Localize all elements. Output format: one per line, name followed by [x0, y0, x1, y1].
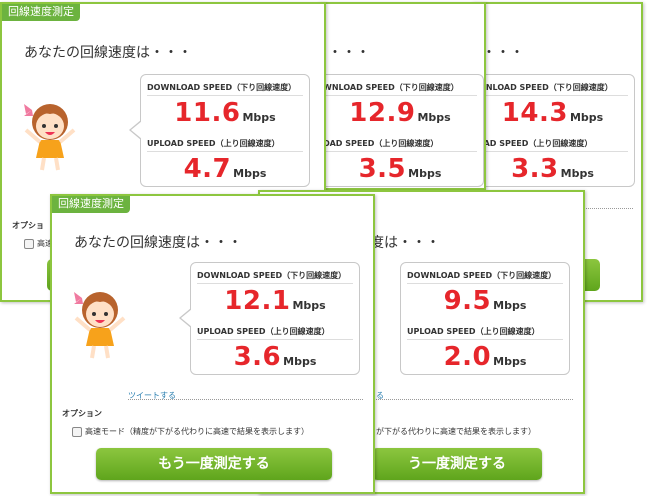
options-title: オプション: [62, 409, 102, 418]
speed-bubble: DOWNLOAD SPEED（下り回線速度） 9.5 Mbps UPLOAD SP…: [400, 262, 570, 375]
divider: [407, 339, 563, 340]
dotted-divider: [128, 399, 363, 400]
retest-button[interactable]: もう一度測定する: [96, 448, 332, 480]
divider: [477, 151, 628, 152]
page-title: あなたの回線速度は・・・: [24, 45, 192, 61]
divider: [407, 283, 563, 284]
download-label: DOWNLOAD SPEED（下り回線速度）: [147, 83, 297, 92]
upload-value: 4.7 Mbps: [183, 154, 267, 184]
speed-result-card-2: ・・・ WNLOAD SPEED（下り回線速度） 12.9 Mbps OAD SP…: [318, 2, 486, 190]
upload-label: UPLOAD SPEED（上り回線速度）: [147, 139, 280, 148]
retest-button[interactable]: う一度測定する: [372, 448, 542, 480]
speed-bubble: DOWNLOAD SPEED（下り回線速度） 11.6 Mbps UPLOAD S…: [129, 74, 310, 187]
page-title: 度は・・・: [370, 235, 440, 251]
upload-label: UPLOAD SPEED（上り回線速度）: [407, 327, 540, 336]
speed-bubble: WNLOAD SPEED（下り回線速度） 12.9 Mbps OAD SPEED（…: [320, 74, 484, 187]
upload-label: UPLOAD SPEED（上り回線速度）: [197, 327, 330, 336]
speed-result-card-4: 回線速度測定 あなたの回線速度は・・・ DOWNLOAD SPEED（下り回線速…: [50, 194, 375, 494]
section-tag: 回線速度測定: [2, 4, 80, 21]
mascot-girl-icon: [24, 104, 76, 171]
divider: [147, 151, 303, 152]
download-value: 12.9 Mbps: [349, 98, 451, 128]
divider: [323, 95, 477, 96]
mascot-girl-icon: [74, 292, 126, 359]
divider: [323, 151, 477, 152]
page-title: ・・・: [328, 45, 370, 61]
fast-mode-checkbox[interactable]: [24, 238, 34, 249]
upload-label: OAD SPEED（上り回線速度）: [323, 139, 439, 148]
divider: [147, 95, 303, 96]
fast-mode-option[interactable]: 高速モード（精度が下がる代わりに高速で結果を表示します）: [72, 426, 309, 437]
download-label: DOWNLOAD SPEED（下り回線速度）: [407, 271, 557, 280]
upload-value: 3.3 Mbps: [511, 154, 594, 184]
download-value: 9.5 Mbps: [443, 286, 527, 316]
speed-bubble: WNLOAD SPEED（下り回線速度） 14.3 Mbps OAD SPEED（…: [474, 74, 635, 187]
divider: [477, 95, 628, 96]
download-value: 11.6 Mbps: [174, 98, 276, 128]
download-label: WNLOAD SPEED（下り回線速度）: [323, 83, 459, 92]
page-title: ・・・: [482, 45, 524, 61]
download-value: 14.3 Mbps: [501, 98, 604, 128]
upload-label: OAD SPEED（上り回線速度）: [477, 139, 593, 148]
upload-value: 3.6 Mbps: [233, 342, 317, 372]
section-tag: 回線速度測定: [52, 196, 130, 213]
fast-mode-option[interactable]: が下がる代わりに高速で結果を表示します）: [376, 426, 536, 437]
dotted-divider: [376, 399, 573, 400]
fast-mode-option[interactable]: 高速: [24, 238, 53, 249]
divider: [197, 339, 353, 340]
speed-bubble: DOWNLOAD SPEED（下り回線速度） 12.1 Mbps UPLOAD S…: [179, 262, 360, 375]
download-label: WNLOAD SPEED（下り回線速度）: [477, 83, 613, 92]
download-label: DOWNLOAD SPEED（下り回線速度）: [197, 271, 347, 280]
download-value: 12.1 Mbps: [224, 286, 326, 316]
divider: [197, 283, 353, 284]
page-title: あなたの回線速度は・・・: [74, 235, 242, 251]
options-title: オプショ: [12, 221, 44, 230]
upload-value: 3.5 Mbps: [358, 154, 442, 184]
fast-mode-checkbox[interactable]: [72, 426, 82, 437]
upload-value: 2.0 Mbps: [443, 342, 527, 372]
